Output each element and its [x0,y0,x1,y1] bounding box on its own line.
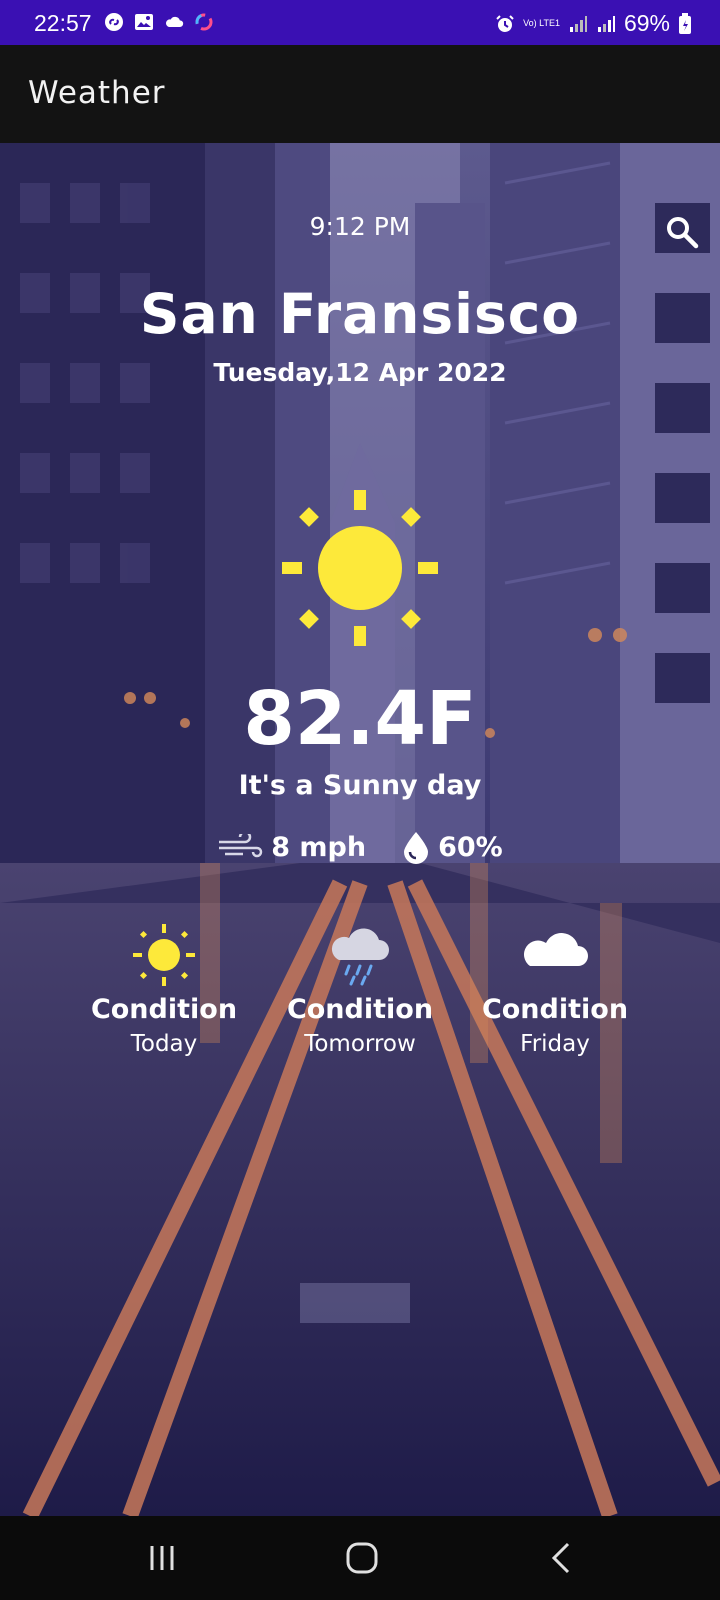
wind-icon [219,834,263,858]
sync-ring-icon [195,13,213,31]
condition-text: It's a Sunny day [238,770,482,801]
weather-stats: 8 mph 60% [0,830,720,864]
rain-cloud-icon [331,928,389,986]
navigation-bar [0,1516,720,1600]
status-bar: 22:57 Vo) LTE1 69% [0,0,720,45]
recent-apps-icon[interactable] [140,1536,184,1580]
forecast-day: Friday [520,1031,590,1057]
battery-percent: 69% [623,10,670,36]
sun-icon [282,490,438,646]
forecast-day: Today [130,1031,198,1057]
city-name: San Fransisco [139,282,581,346]
signal-icon [569,15,587,32]
current-date: Tuesday,12 Apr 2022 [213,358,507,387]
image-icon [135,14,153,30]
status-left-icons [104,12,214,32]
humidity-stat: 60% [402,830,503,864]
app-bar: Weather [0,45,720,143]
water-drop-icon [404,832,429,864]
app-title: Weather [28,75,166,111]
shazam-icon [105,13,123,31]
current-time: 9:12 PM [309,212,411,241]
alarm-icon [496,14,514,32]
forecast-condition: Condition [286,994,434,1025]
network-type: Vo) LTE1 [523,18,560,28]
forecast-condition: Condition [90,994,238,1025]
search-icon[interactable] [664,214,700,250]
status-right-icons: Vo) LTE1 69% [495,10,692,37]
humidity-value: 60% [438,831,503,863]
cloud-icon [165,16,184,27]
forecast-item-friday[interactable]: Condition Friday [455,922,655,1057]
wind-speed: 8 mph [271,831,367,863]
battery-icon [679,12,691,34]
signal-icon [597,15,615,32]
temperature: 82.4F [243,676,477,762]
status-time: 22:57 [34,10,92,36]
sun-icon [133,924,195,986]
home-icon[interactable] [340,1536,384,1580]
cloud-icon [523,933,588,966]
forecast-item-tomorrow[interactable]: Condition Tomorrow [260,922,460,1057]
forecast-item-today[interactable]: Condition Today [64,922,264,1057]
forecast-condition: Condition [481,994,629,1025]
back-icon[interactable] [540,1536,584,1580]
forecast-day: Tomorrow [304,1031,416,1057]
wind-stat: 8 mph [217,832,366,863]
